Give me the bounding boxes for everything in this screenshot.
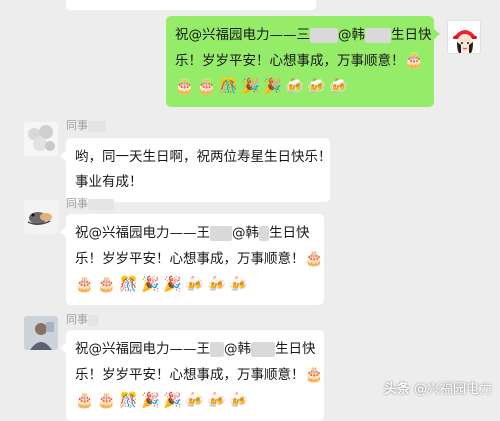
redacted-name [365,27,391,43]
party-popper-emoji-icon: 🎉 [163,275,182,293]
emoji-row: 🎂 🎂 🎊 🎉 🎉 🍻 🍻 🍻 [75,388,315,414]
previous-message-card [66,0,316,10]
message-line: 事业有成！ [75,174,143,190]
cake-emoji-icon: 🎂 [197,77,216,95]
colleague-message-bubble[interactable]: 哟，同一天生日啊，祝两位寿星生日快乐！ 事业有成！ [60,138,332,202]
beers-emoji-icon: 🍻 [329,77,348,95]
party-popper-emoji-icon: 🎉 [241,77,260,95]
emoji-row: 🎂 🎂 🎊 🎉 🎉 🍻 🍻 🍻 [175,74,425,100]
beers-emoji-icon: 🍻 [307,77,326,95]
colleague-avatar[interactable] [24,200,58,234]
redacted-name [310,27,338,43]
party-popper-emoji-icon: 🎉 [163,391,182,409]
redacted-name [259,225,269,241]
emoji-row: 🎂 🎂 🎊 🎉 🎉 🍻 🍻 🍻 [75,272,315,298]
cake-emoji-icon: 🎂 [304,249,324,267]
redacted-name [88,120,106,132]
message-line: 祝@兴福园电力——三 @韩 生日快 [175,27,432,43]
beers-emoji-icon: 🍻 [207,391,226,409]
message-line: 乐！岁岁平安！心想事成，万事顺意！🎂 [175,48,425,74]
redacted-name [210,225,232,241]
cake-emoji-icon: 🎂 [304,365,324,383]
redacted-name [88,314,98,326]
message-line: 乐！岁岁平安！心想事成，万事顺意！🎂 [75,362,323,388]
confetti-emoji-icon: 🎊 [119,391,138,409]
redacted-name [210,341,224,357]
cake-emoji-icon: 🎂 [75,275,94,293]
sender-name: 同事 [66,311,98,327]
sender-name: 同事 [66,195,114,211]
redacted-name [251,341,275,357]
girl-avatar-icon [453,30,477,53]
colleague-avatar[interactable] [24,122,58,156]
confetti-emoji-icon: 🎊 [119,275,138,293]
cartoon-avatar-icon [27,212,52,225]
cake-emoji-icon: 🎂 [75,391,94,409]
colleague-message-bubble[interactable]: 祝@兴福园电力——王 @韩 生日快 乐！岁岁平安！心想事成，万事顺意！🎂 🎂 🎂 🎊 🎉 🎉… [60,330,324,421]
cake-emoji-icon: 🎂 [404,51,424,69]
message-line: 祝@兴福园电力——王 @韩 生日快 [75,225,310,241]
flowers-avatar-icon [28,125,55,151]
message-line: 乐！岁岁平安！心想事成，万事顺意！🎂 [75,246,323,272]
beers-emoji-icon: 🍻 [229,391,248,409]
party-popper-emoji-icon: 🎉 [141,391,160,409]
cake-emoji-icon: 🎂 [97,391,116,409]
redacted-name [88,198,114,210]
beers-emoji-icon: 🍻 [185,275,204,293]
party-popper-emoji-icon: 🎉 [141,275,160,293]
beers-emoji-icon: 🍻 [185,391,204,409]
colleague-avatar[interactable] [24,316,58,350]
colleague-message-bubble[interactable]: 祝@兴福园电力——王 @韩 生日快 乐！岁岁平安！心想事成，万事顺意！🎂 🎂 🎂 🎊 🎉 🎉… [60,214,324,305]
message-line: 祝@兴福园电力——王 @韩 生日快 [75,341,316,357]
my-avatar[interactable] [447,20,481,54]
sender-name: 同事 [66,117,106,133]
beers-emoji-icon: 🍻 [285,77,304,95]
party-popper-emoji-icon: 🎉 [263,77,282,95]
beers-emoji-icon: 🍻 [207,275,226,293]
cake-emoji-icon: 🎂 [97,275,116,293]
confetti-emoji-icon: 🎊 [219,77,238,95]
person-avatar-icon [24,316,58,350]
message-line: 哟，同一天生日啊，祝两位寿星生日快乐！ [75,149,332,165]
toutiao-watermark: 头条 @兴福园电力 [383,382,492,397]
beers-emoji-icon: 🍻 [229,275,248,293]
cake-emoji-icon: 🎂 [175,77,194,95]
my-message-bubble[interactable]: 祝@兴福园电力——三 @韩 生日快 乐！岁岁平安！心想事成，万事顺意！🎂 🎂 🎂 🎊 🎉 🎉… [166,16,440,107]
